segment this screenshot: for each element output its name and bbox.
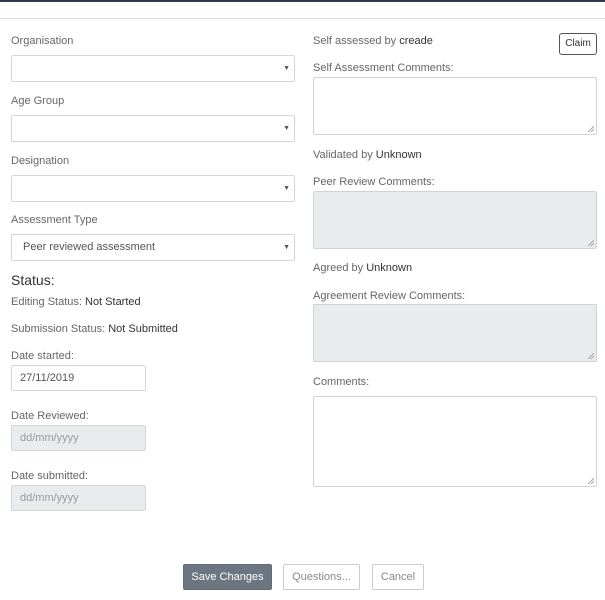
resize-handle-icon xyxy=(588,240,594,246)
organisation-select[interactable]: ▼ xyxy=(11,55,295,82)
age-group-label: Age Group xyxy=(11,95,65,107)
editing-status-label: Editing Status: xyxy=(11,296,82,308)
submission-status-value: Not Submitted xyxy=(108,323,178,335)
cancel-button[interactable]: Cancel xyxy=(372,564,424,590)
validated-user: Unknown xyxy=(375,149,422,161)
caret-down-icon: ▼ xyxy=(283,185,290,192)
age-group-select[interactable]: ▼ xyxy=(11,115,295,142)
comments-textarea[interactable] xyxy=(313,396,597,487)
date-submitted-input: dd/mm/yyyy xyxy=(11,485,146,511)
submission-status: Submission Status: Not Submitted xyxy=(11,323,178,335)
peer-comments-label: Peer Review Comments: xyxy=(313,176,435,188)
resize-handle-icon[interactable] xyxy=(588,126,594,132)
resize-handle-icon xyxy=(588,353,594,359)
caret-down-icon: ▼ xyxy=(283,65,290,72)
resize-handle-icon[interactable] xyxy=(588,478,594,484)
submission-status-label: Submission Status: xyxy=(11,323,106,335)
caret-down-icon: ▼ xyxy=(283,244,290,251)
top-bar xyxy=(0,0,605,19)
agreement-comments-label: Agreement Review Comments: xyxy=(313,290,466,302)
agreed-label: Agreed by xyxy=(313,262,364,274)
validated-label: Validated by xyxy=(313,149,373,161)
date-reviewed-input: dd/mm/yyyy xyxy=(11,425,146,451)
self-comments-label: Self Assessment Comments: xyxy=(313,62,454,74)
comments-label: Comments: xyxy=(313,376,370,388)
agreement-comments-textarea xyxy=(313,304,597,362)
validated-by: Validated by Unknown xyxy=(313,149,422,161)
assessment-type-label: Assessment Type xyxy=(11,214,98,226)
date-started-label: Date started: xyxy=(11,350,74,362)
date-reviewed-label: Date Reviewed: xyxy=(11,410,89,422)
agreed-by: Agreed by Unknown xyxy=(313,262,412,274)
date-started-input[interactable]: 27/11/2019 xyxy=(11,365,146,391)
designation-select[interactable]: ▼ xyxy=(11,175,295,202)
editing-status-value: Not Started xyxy=(85,296,141,308)
assessment-type-select-value: Peer reviewed assessment xyxy=(23,241,156,253)
self-assessed-user: creade xyxy=(399,35,433,47)
questions-button[interactable]: Questions... xyxy=(283,564,360,590)
status-heading: Status: xyxy=(11,272,55,288)
save-changes-button[interactable]: Save Changes xyxy=(183,564,272,590)
designation-label: Designation xyxy=(11,155,70,167)
caret-down-icon: ▼ xyxy=(283,125,290,132)
self-comments-textarea[interactable] xyxy=(313,77,597,135)
editing-status: Editing Status: Not Started xyxy=(11,296,141,308)
assessment-type-select[interactable]: Peer reviewed assessment ▼ xyxy=(11,234,295,261)
claim-button[interactable]: Claim xyxy=(559,33,597,55)
date-submitted-label: Date submitted: xyxy=(11,470,89,482)
peer-comments-textarea xyxy=(313,191,597,249)
self-assessed-by: Self assessed by creade xyxy=(313,35,433,47)
agreed-user: Unknown xyxy=(366,262,413,274)
organisation-label: Organisation xyxy=(11,35,74,47)
self-assessed-label: Self assessed by xyxy=(313,35,397,47)
